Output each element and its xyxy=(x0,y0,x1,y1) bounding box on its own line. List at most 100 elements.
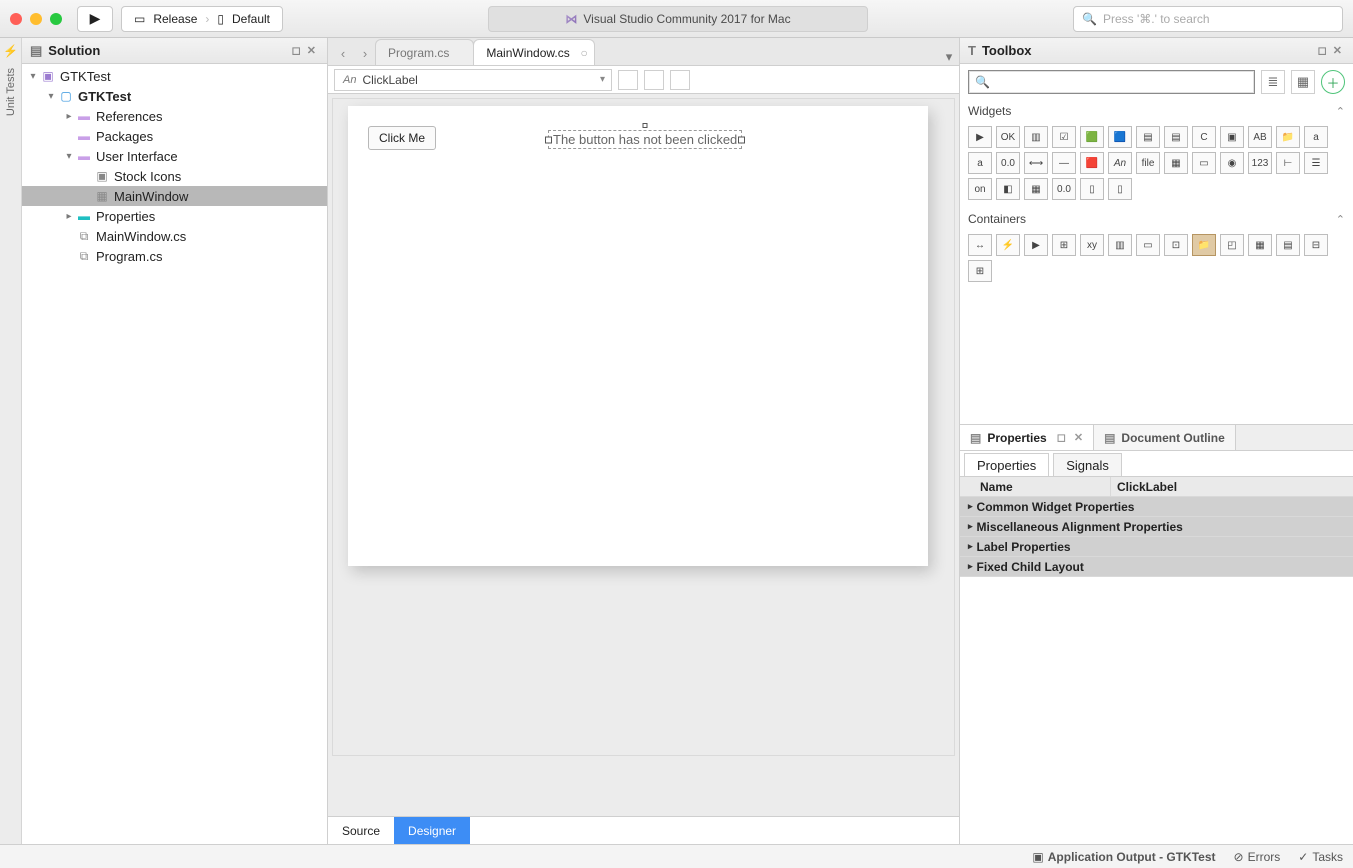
dock-icon[interactable]: ◻ xyxy=(289,44,304,57)
tool-widget[interactable]: ▦ xyxy=(1164,152,1188,174)
tree-user-interface[interactable]: ▾ ▬ User Interface xyxy=(22,146,327,166)
tool-widget[interactable]: ▭ xyxy=(1192,152,1216,174)
global-search-input[interactable]: 🔍 Press '⌘.' to search xyxy=(1073,6,1343,32)
tool-widget[interactable]: file xyxy=(1136,152,1160,174)
solution-tree[interactable]: ▾ ▣ GTKTest ▾ ▢ GTKTest ▸ ▬ References ▬… xyxy=(22,64,327,844)
tool-widget[interactable]: ▣ xyxy=(1220,126,1244,148)
tab-close-icon[interactable]: ○ xyxy=(580,46,587,60)
status-tasks[interactable]: ✓ Tasks xyxy=(1298,850,1343,864)
toolbar-button-2[interactable] xyxy=(644,70,664,90)
toolbox-grid-view-button[interactable]: ▦ xyxy=(1291,70,1315,94)
tool-widget[interactable]: 123 xyxy=(1248,152,1272,174)
tree-solution-root[interactable]: ▾ ▣ GTKTest xyxy=(22,66,327,86)
tool-widget[interactable]: OK xyxy=(996,126,1020,148)
tool-widget[interactable]: 🟥 xyxy=(1080,152,1104,174)
close-icon[interactable]: ✕ xyxy=(304,44,319,57)
tool-widget[interactable]: ▤ xyxy=(1136,126,1160,148)
close-icon[interactable]: ✕ xyxy=(1074,431,1083,444)
tool-widget[interactable]: a xyxy=(968,152,992,174)
tool-widget[interactable]: 0.0 xyxy=(1052,178,1076,200)
tool-widget[interactable]: ⊢ xyxy=(1276,152,1300,174)
tool-widget[interactable]: ▯ xyxy=(1080,178,1104,200)
window-canvas[interactable]: Click Me The button has not been clicked xyxy=(348,106,928,566)
tool-container[interactable]: xy xyxy=(1080,234,1104,256)
tool-widget[interactable]: ◧ xyxy=(996,178,1020,200)
resize-handle-top[interactable] xyxy=(643,123,648,128)
subtab-properties[interactable]: Properties xyxy=(964,453,1049,476)
dock-icon[interactable]: ◻ xyxy=(1315,44,1330,57)
dock-icon[interactable]: ◻ xyxy=(1057,431,1066,444)
view-source-button[interactable]: Source xyxy=(328,817,394,844)
tool-container[interactable]: ⊞ xyxy=(1052,234,1076,256)
widgets-section-header[interactable]: Widgets ⌃ xyxy=(968,104,1345,118)
prop-cat-fixed[interactable]: ▸Fixed Child Layout xyxy=(960,557,1353,577)
tool-widget[interactable]: ⟷ xyxy=(1024,152,1048,174)
tool-container-selected[interactable]: 📁 xyxy=(1192,234,1216,256)
run-configuration[interactable]: ▭ Release › ▯ Default xyxy=(121,6,283,32)
tab-program[interactable]: Program.cs xyxy=(375,39,474,65)
status-errors[interactable]: ⊘ Errors xyxy=(1234,850,1281,864)
tool-container[interactable]: ▶ xyxy=(1024,234,1048,256)
status-app-output[interactable]: ▣ Application Output - GTKTest xyxy=(1032,850,1215,864)
nav-back-button[interactable]: ‹ xyxy=(332,41,354,65)
toolbox-add-button[interactable]: ＋ xyxy=(1321,70,1345,94)
tool-container[interactable]: ↔ xyxy=(968,234,992,256)
prop-cat-common[interactable]: ▸Common Widget Properties xyxy=(960,497,1353,517)
tool-widget[interactable]: ▤ xyxy=(1164,126,1188,148)
tool-widget[interactable]: on xyxy=(968,178,992,200)
designed-label-selected[interactable]: The button has not been clicked xyxy=(548,130,742,149)
tool-widget[interactable]: 📁 xyxy=(1276,126,1300,148)
toolbox-search-input[interactable]: 🔍 xyxy=(968,70,1255,94)
tool-container[interactable]: ⊟ xyxy=(1304,234,1328,256)
tool-widget[interactable]: ▯ xyxy=(1108,178,1132,200)
tool-container[interactable]: ▦ xyxy=(1248,234,1272,256)
tree-program-cs[interactable]: ⧉ Program.cs xyxy=(22,246,327,266)
toolbox-list-view-button[interactable]: ≣ xyxy=(1261,70,1285,94)
tool-widget[interactable]: ☑ xyxy=(1052,126,1076,148)
tool-widget[interactable]: ☰ xyxy=(1304,152,1328,174)
pad-tab-document-outline[interactable]: ▤ Document Outline xyxy=(1094,425,1236,450)
tree-references[interactable]: ▸ ▬ References xyxy=(22,106,327,126)
containers-section-header[interactable]: Containers ⌃ xyxy=(968,212,1345,226)
tool-widget[interactable]: An xyxy=(1108,152,1132,174)
nav-forward-button[interactable]: › xyxy=(354,41,376,65)
widget-selector-dropdown[interactable]: An ClickLabel xyxy=(334,69,612,91)
design-surface[interactable]: Click Me The button has not been clicked xyxy=(328,94,959,816)
tool-widget[interactable]: 0.0 xyxy=(996,152,1020,174)
tool-container[interactable]: ▥ xyxy=(1108,234,1132,256)
designed-button[interactable]: Click Me xyxy=(368,126,436,150)
tool-container[interactable]: ⊞ xyxy=(968,260,992,282)
subtab-signals[interactable]: Signals xyxy=(1053,453,1122,476)
tool-container[interactable]: ▭ xyxy=(1136,234,1160,256)
view-designer-button[interactable]: Designer xyxy=(394,817,470,844)
tool-widget[interactable]: C xyxy=(1192,126,1216,148)
tool-widget[interactable]: a xyxy=(1304,126,1328,148)
tree-project[interactable]: ▾ ▢ GTKTest xyxy=(22,86,327,106)
tool-widget[interactable]: ▥ xyxy=(1024,126,1048,148)
tree-packages[interactable]: ▬ Packages xyxy=(22,126,327,146)
run-button[interactable]: ▶ xyxy=(77,6,113,32)
tool-container[interactable]: ▤ xyxy=(1276,234,1300,256)
toolbar-button-3[interactable] xyxy=(670,70,690,90)
tree-mainwindow-designer[interactable]: ▦ MainWindow xyxy=(22,186,327,206)
tool-widget[interactable]: — xyxy=(1052,152,1076,174)
tab-mainwindow[interactable]: MainWindow.cs ○ xyxy=(473,39,594,65)
bolt-icon[interactable]: ⚡ xyxy=(3,44,18,58)
tree-mainwindow-cs[interactable]: ⧉ MainWindow.cs xyxy=(22,226,327,246)
pad-tab-properties[interactable]: ▤ Properties ◻ ✕ xyxy=(960,425,1094,450)
minimize-window-button[interactable] xyxy=(30,13,42,25)
tree-properties-folder[interactable]: ▸ ▬ Properties xyxy=(22,206,327,226)
tool-widget[interactable]: AB xyxy=(1248,126,1272,148)
unit-tests-pad-button[interactable]: Unit Tests xyxy=(5,62,17,122)
tool-widget[interactable]: 🟩 xyxy=(1080,126,1104,148)
tool-container[interactable]: ◰ xyxy=(1220,234,1244,256)
tab-overflow-button[interactable]: ▾ xyxy=(939,49,959,65)
tool-container[interactable]: ⊡ xyxy=(1164,234,1188,256)
prop-cat-misc[interactable]: ▸Miscellaneous Alignment Properties xyxy=(960,517,1353,537)
zoom-window-button[interactable] xyxy=(50,13,62,25)
toolbar-button-1[interactable] xyxy=(618,70,638,90)
tree-stock-icons[interactable]: ▣ Stock Icons xyxy=(22,166,327,186)
tool-widget[interactable]: ▶ xyxy=(968,126,992,148)
tool-widget[interactable]: 🟦 xyxy=(1108,126,1132,148)
prop-value-name[interactable]: ClickLabel xyxy=(1117,480,1177,494)
